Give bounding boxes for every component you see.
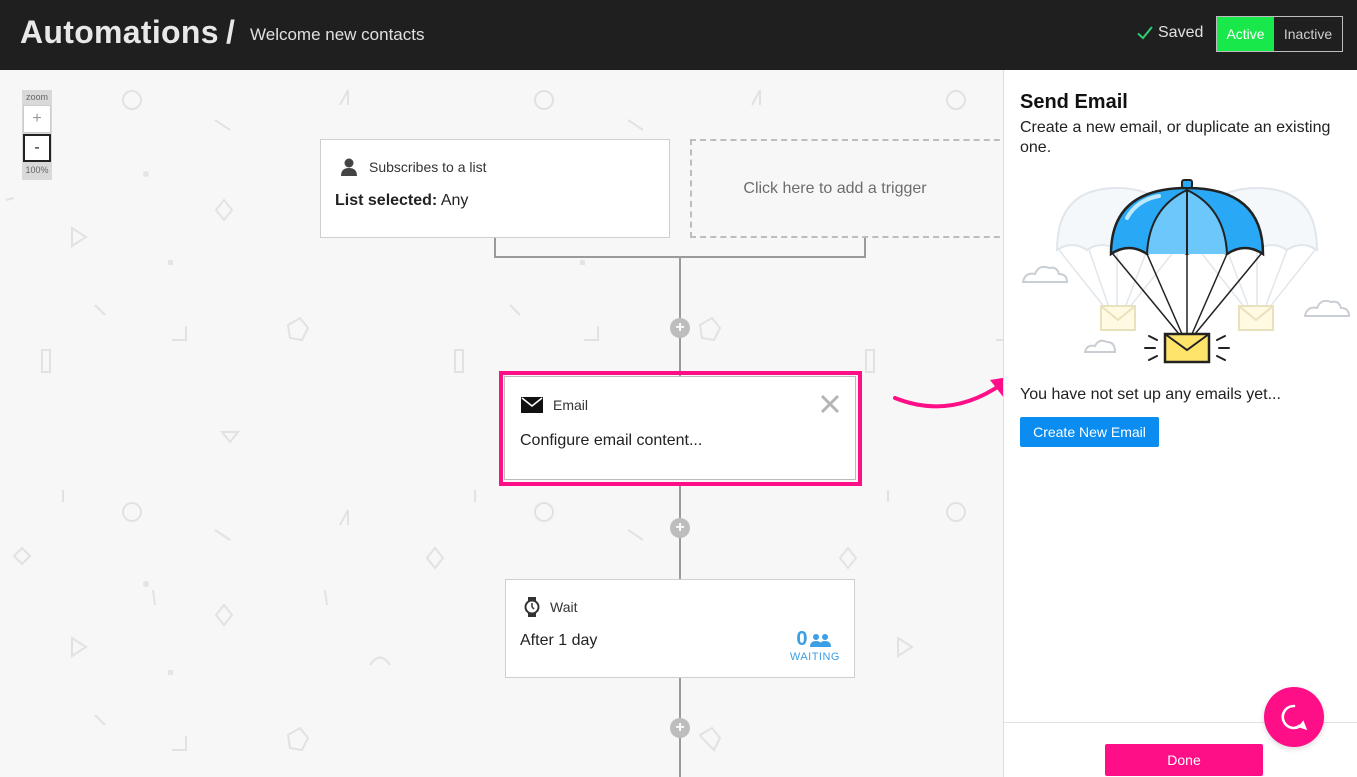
add-trigger-button[interactable]: Click here to add a trigger (690, 139, 1003, 238)
panel-title: Send Email (1020, 91, 1128, 113)
email-step-body: Configure email content... (520, 432, 703, 449)
automation-name[interactable]: Welcome new contacts (250, 25, 424, 45)
email-step-node[interactable]: Email Configure email content... (504, 376, 856, 480)
saved-label: Saved (1158, 24, 1204, 41)
send-email-panel: Send Email Create a new email, or duplic… (1003, 70, 1357, 777)
wait-step-body: After 1 day (520, 632, 598, 649)
chat-bubble-icon (1281, 704, 1308, 731)
check-icon (1137, 26, 1153, 40)
add-step-button[interactable]: + (670, 518, 690, 538)
waiting-counter[interactable]: 0 WAITING (790, 628, 840, 663)
wait-step-node[interactable]: Wait After 1 day 0 WAITING (505, 579, 855, 678)
chat-launcher-button[interactable] (1264, 687, 1324, 747)
close-icon[interactable] (819, 393, 841, 415)
breadcrumb-separator: / (226, 14, 235, 50)
save-status: Saved (1136, 24, 1203, 42)
wait-step-title: Wait (550, 599, 578, 615)
status-active-option[interactable]: Active (1217, 17, 1274, 51)
status-toggle[interactable]: Active Inactive (1216, 16, 1343, 52)
add-step-button[interactable]: + (670, 718, 690, 738)
done-button[interactable]: Done (1105, 744, 1263, 776)
top-bar: Automations / Welcome new contacts Saved… (0, 0, 1357, 70)
watch-icon (524, 597, 540, 617)
people-icon (810, 633, 832, 647)
user-icon (341, 158, 357, 176)
parachute-illustration (1021, 179, 1351, 364)
trigger-node[interactable]: Subscribes to a list List selected: Any (320, 139, 670, 238)
list-selected-label: List selected: (335, 192, 438, 209)
list-selected-value: Any (440, 192, 469, 209)
workflow-canvas[interactable]: zoom + - 100% Subscribes to a list List … (0, 70, 1003, 777)
trigger-title: Subscribes to a list (369, 159, 487, 175)
envelope-icon (521, 397, 543, 413)
waiting-count: 0 (796, 628, 808, 650)
page-title[interactable]: Automations (20, 14, 219, 51)
empty-emails-message: You have not set up any emails yet... (1020, 386, 1281, 403)
email-step-title: Email (553, 397, 589, 413)
waiting-label: WAITING (789, 651, 840, 663)
status-inactive-option[interactable]: Inactive (1274, 17, 1342, 51)
create-new-email-button[interactable]: Create New Email (1020, 417, 1159, 447)
pointer-arrow (893, 376, 1014, 409)
add-step-button[interactable]: + (670, 318, 690, 338)
panel-description: Create a new email, or duplicate an exis… (1020, 119, 1331, 156)
